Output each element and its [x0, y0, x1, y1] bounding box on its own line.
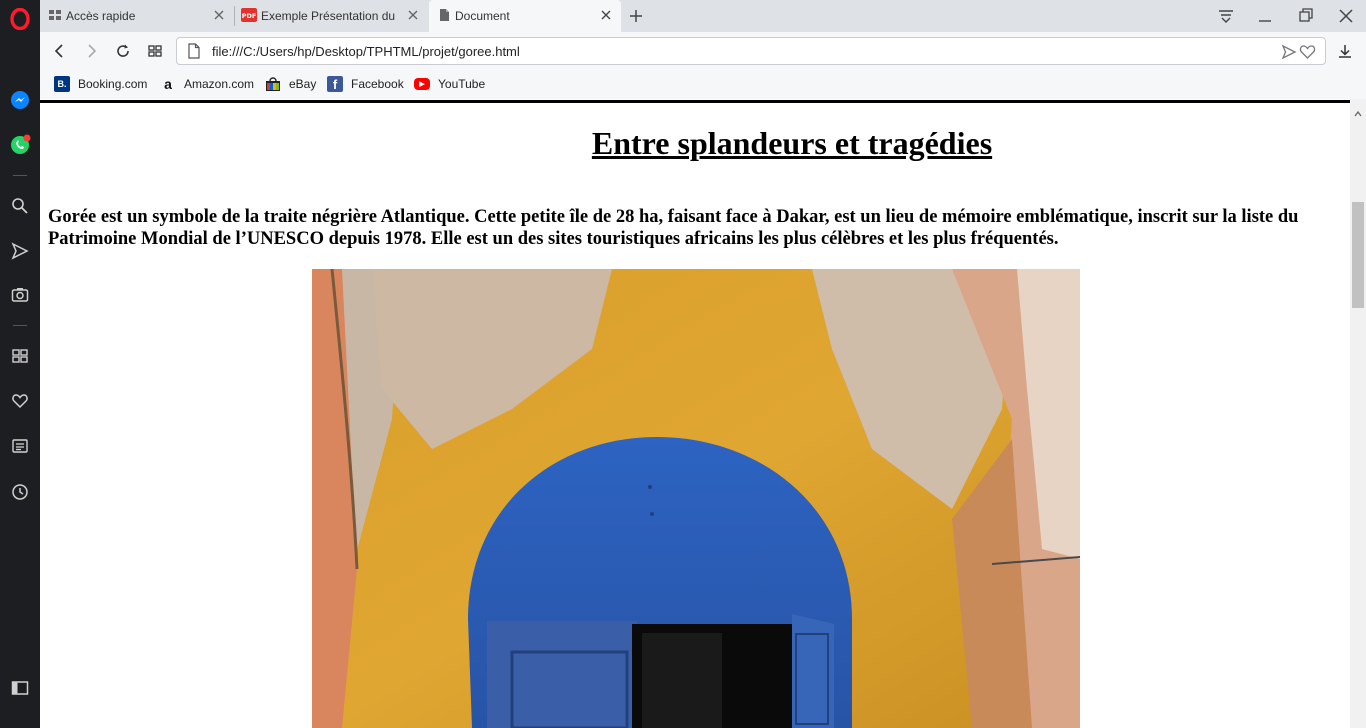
bookmark-label: Amazon.com	[184, 77, 255, 91]
pdf-icon: PDF	[241, 8, 257, 22]
restore-button[interactable]	[1296, 6, 1316, 26]
bookmark-ebay[interactable]: eBay	[265, 75, 316, 93]
svg-text:PDF: PDF	[242, 12, 257, 20]
tab-label: Exemple Présentation du p	[261, 9, 399, 23]
tab-menu-icon[interactable]	[1216, 6, 1236, 26]
send-page-icon[interactable]	[1281, 44, 1297, 64]
back-button[interactable]	[49, 40, 71, 62]
new-tab-button[interactable]	[626, 6, 646, 26]
close-icon[interactable]	[212, 8, 226, 22]
page-title: Entre splandeurs et tragédies	[591, 125, 993, 161]
search-icon[interactable]	[8, 194, 32, 218]
intro-paragraph: Gorée est un symbole de la traite négriè…	[48, 207, 1299, 249]
news-icon[interactable]	[8, 434, 32, 458]
bookmark-booking[interactable]: B. Booking.com	[54, 75, 147, 93]
tabs-grid-button[interactable]	[144, 40, 166, 62]
reload-button[interactable]	[112, 40, 134, 62]
ebay-icon	[265, 76, 281, 92]
file-icon	[187, 43, 201, 63]
close-icon[interactable]	[406, 8, 420, 22]
scrollbar-thumb[interactable]	[1352, 202, 1364, 308]
camera-icon[interactable]	[8, 283, 32, 307]
speed-dial-icon	[48, 8, 62, 22]
page-scrollbar[interactable]	[1350, 99, 1366, 728]
opera-logo-icon[interactable]	[8, 7, 32, 31]
tab-label: Accès rapide	[66, 9, 136, 23]
youtube-icon: ▶	[414, 78, 430, 90]
page-viewport: Entre splandeurs et tragédies Gorée est …	[40, 99, 1350, 728]
amazon-icon: a	[164, 76, 172, 92]
document-icon	[437, 8, 451, 22]
sidebar-separator	[13, 325, 27, 326]
scroll-up-arrow[interactable]	[1354, 102, 1362, 121]
history-icon[interactable]	[8, 480, 32, 504]
forward-button[interactable]	[80, 40, 102, 62]
downloads-icon[interactable]	[1334, 40, 1356, 62]
bookmark-heart-icon[interactable]	[1299, 44, 1316, 64]
tab-pdf[interactable]: PDF Exemple Présentation du p	[235, 0, 428, 32]
booking-icon: B.	[54, 76, 70, 92]
facebook-icon: f	[327, 76, 343, 92]
sidebar-separator	[13, 175, 27, 176]
bookmark-label: Booking.com	[78, 77, 148, 91]
tab-label: Document	[455, 9, 510, 23]
bookmark-amazon[interactable]: a Amazon.com	[160, 75, 254, 93]
close-window-button[interactable]	[1336, 6, 1356, 26]
opera-sidebar	[0, 0, 40, 728]
page-top-border	[40, 100, 1350, 103]
whatsapp-icon[interactable]	[8, 133, 32, 157]
navigation-bar: file:///C:/Users/hp/Desktop/TPHTML/proje…	[40, 32, 1366, 69]
bookmark-facebook[interactable]: f Facebook	[327, 75, 404, 93]
heart-icon[interactable]	[8, 389, 32, 413]
address-bar[interactable]: file:///C:/Users/hp/Desktop/TPHTML/proje…	[176, 37, 1326, 65]
goree-door-photo	[312, 269, 1080, 728]
tab-document[interactable]: Document	[429, 0, 621, 32]
tab-bar: Accès rapide PDF Exemple Présentation du…	[40, 0, 1366, 32]
messenger-icon[interactable]	[8, 88, 32, 112]
send-icon[interactable]	[8, 239, 32, 263]
bookmark-label: YouTube	[438, 77, 486, 91]
close-icon[interactable]	[599, 8, 613, 22]
bookmark-youtube[interactable]: ▶ YouTube	[414, 75, 485, 93]
speed-dial-icon[interactable]	[8, 344, 32, 368]
minimize-button[interactable]	[1255, 6, 1275, 26]
bookmark-label: Facebook	[351, 77, 404, 91]
bookmark-label: eBay	[289, 77, 317, 91]
sidebar-toggle-icon[interactable]	[8, 676, 32, 700]
tab-speed-dial[interactable]: Accès rapide	[40, 0, 234, 32]
url-text: file:///C:/Users/hp/Desktop/TPHTML/proje…	[212, 44, 520, 59]
bookmarks-bar: B. Booking.com a Amazon.com eBay f Faceb…	[40, 69, 1366, 99]
